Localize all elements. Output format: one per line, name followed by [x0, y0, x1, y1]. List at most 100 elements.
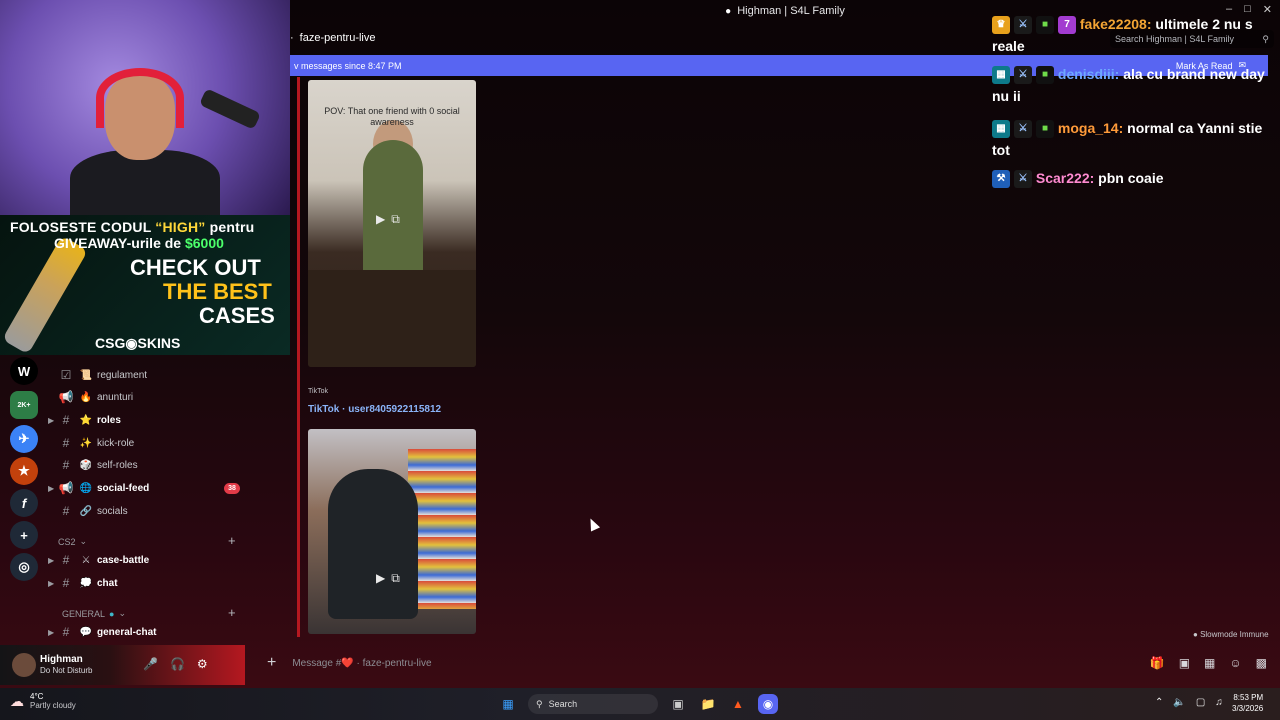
video-store-shelves: [408, 449, 476, 609]
chat-badges: ▦ ⚔ ■: [992, 120, 1054, 139]
channel-chat[interactable]: ▶ # 💭 chat: [48, 574, 248, 592]
open-external-icon[interactable]: ⧉: [391, 571, 400, 587]
composer-tools: 🎁 ▣ ▦ ☺ ▩: [1150, 656, 1267, 670]
server-label: ★: [18, 463, 30, 478]
video-play-controls[interactable]: ▶ ⧉: [376, 212, 410, 228]
chat-badges: ♛ ⚔ ■ 7: [992, 16, 1076, 35]
channel-general-chat[interactable]: ▶ # 💬 general-chat: [48, 623, 248, 641]
chat-message: ▦ ⚔ ■ denisdiii: ala cu brand new day nu…: [992, 63, 1272, 107]
video-embed-1[interactable]: POV: That one friend with 0 social aware…: [308, 80, 476, 367]
channel-socials[interactable]: # 🔗 socials: [48, 502, 248, 520]
chevron-up-icon[interactable]: ⌃: [1155, 697, 1163, 708]
emoji-icon[interactable]: ☺: [1229, 656, 1241, 670]
speaker-icon[interactable]: ♫: [1215, 697, 1223, 708]
video-embed-2[interactable]: ▶ ⧉: [308, 429, 476, 634]
file-explorer-icon[interactable]: 📁: [698, 694, 718, 714]
channel-regulament[interactable]: ☑ 📜 regulament: [48, 366, 248, 384]
windows-start-icon[interactable]: ▦: [498, 694, 518, 714]
channel-name: socials: [97, 505, 128, 517]
sub-badge-icon: ▦: [992, 120, 1010, 139]
add-channel-icon[interactable]: +: [228, 533, 236, 548]
add-channel-icon[interactable]: +: [228, 605, 236, 620]
message-composer[interactable]: + Message #❤️ · faze-pentru-live 🎁 ▣ ▦ ☺…: [255, 650, 1275, 676]
embed-title-link[interactable]: TikTok · user8405922115812: [308, 404, 441, 415]
add-server-icon[interactable]: +: [10, 521, 38, 549]
weather-widget[interactable]: ☁ 4°C Partly cloudy: [10, 692, 76, 710]
chat-badges: ⚒ ⚔: [992, 170, 1032, 189]
channel-anunturi[interactable]: 📢 🔥 anunturi: [48, 388, 248, 406]
apps-icon[interactable]: ▩: [1256, 656, 1267, 670]
chevron-down-icon: ⌄: [79, 536, 88, 546]
weather-desc: Partly cloudy: [30, 701, 76, 710]
server-icon-orange[interactable]: ★: [10, 457, 38, 485]
window-title: Highman | S4L Family: [737, 5, 845, 17]
dice-icon: 🎲: [79, 459, 93, 471]
chat-username: denisdiii:: [1057, 66, 1120, 82]
video-person: [328, 469, 418, 619]
chat-username: Scar222:: [1035, 170, 1095, 186]
channel-roles[interactable]: ▶ # ⭐ roles: [48, 411, 248, 429]
channel-self-roles[interactable]: # 🎲 self-roles: [48, 456, 248, 474]
clock-date: 3/3/2026: [1232, 704, 1264, 713]
server-logo-icon: ●: [725, 5, 732, 17]
taskbar-clock[interactable]: 8:53 PM 3/3/2026: [1232, 692, 1263, 714]
stream-chat-overlay: ♛ ⚔ ■ 7 fake22208: ultimele 2 nu s reale…: [990, 0, 1280, 200]
sticker-icon[interactable]: ▦: [1204, 656, 1215, 670]
channel-list: ☑ 📜 regulament 📢 🔥 anunturi ▶ # ⭐ roles …: [48, 345, 290, 645]
channel-kick-role[interactable]: # ✨ kick-role: [48, 434, 248, 452]
avatar[interactable]: [12, 653, 36, 677]
video-person: [363, 140, 423, 280]
text-channel-icon: #: [62, 413, 70, 427]
text-channel-icon: #: [62, 504, 70, 518]
taskbar-search[interactable]: ⚲ Search: [528, 694, 658, 714]
channel-case-battle[interactable]: ▶ # ⚔ case-battle: [48, 551, 248, 569]
chat-message: ▦ ⚔ ■ moga_14: normal ca Yanni stie tot: [992, 117, 1272, 161]
channel-social-feed[interactable]: ▶ 📢 🌐 social-feed 38: [48, 479, 248, 497]
gear-icon[interactable]: ⚙: [197, 657, 208, 671]
user-controls: 🎤 🎧 ⚙: [143, 657, 208, 671]
announcement-channel-icon: 📢: [58, 390, 74, 404]
username[interactable]: Highman: [40, 654, 83, 665]
server-icon-f[interactable]: f: [10, 489, 38, 517]
server-icon-w[interactable]: W: [10, 357, 38, 385]
server-icon-blue[interactable]: ✈: [10, 425, 38, 453]
play-icon[interactable]: ▶: [376, 571, 385, 587]
mention-highlight-bar: [297, 77, 300, 637]
brave-browser-icon[interactable]: ▲: [728, 694, 748, 714]
category-name: GENERAL: [62, 608, 106, 619]
chat-message: ⚒ ⚔ Scar222: pbn coaie: [992, 167, 1272, 189]
category-cs2[interactable]: CS2 ⌄: [58, 536, 87, 547]
category-general[interactable]: GENERAL ● ⌄: [62, 608, 126, 619]
globe-badge-icon: ●: [109, 608, 115, 619]
chat-username: fake22208:: [1079, 16, 1152, 32]
gif-icon[interactable]: ▣: [1179, 656, 1190, 670]
channel-name: self-roles: [97, 459, 138, 471]
monitor-icon[interactable]: ▢: [1196, 697, 1205, 708]
task-view-icon[interactable]: ▣: [668, 694, 688, 714]
fire-icon: 🔥: [79, 391, 93, 403]
microphone-icon[interactable]: 🎤: [143, 657, 158, 671]
play-icon[interactable]: ▶: [376, 212, 385, 228]
unread-arrow-icon: ▶: [48, 555, 55, 565]
volume-icon[interactable]: 🔈: [1173, 697, 1185, 708]
embed-provider: TikTok: [308, 388, 328, 395]
unread-arrow-icon: ▶: [48, 578, 55, 588]
video-play-controls[interactable]: ▶ ⧉: [376, 571, 410, 587]
server-label: W: [17, 363, 31, 379]
server-icon-folder[interactable]: 2K+: [10, 391, 38, 419]
server-label: ◎: [18, 559, 30, 574]
user-panel: Highman Do Not Disturb 🎤 🎧 ⚙: [0, 645, 245, 685]
unread-arrow-icon: ▶: [48, 415, 55, 425]
attach-plus-icon[interactable]: +: [267, 654, 276, 672]
discord-app-icon[interactable]: ◉: [758, 694, 778, 714]
message-input[interactable]: Message #❤️ · faze-pentru-live: [292, 658, 431, 669]
gift-icon[interactable]: 🎁: [1150, 656, 1165, 670]
open-external-icon[interactable]: ⧉: [391, 212, 400, 228]
text-channel-icon: #: [62, 436, 70, 450]
discover-icon[interactable]: ◎: [10, 553, 38, 581]
slowmode-indicator: ● Slowmode Immune: [1193, 630, 1269, 639]
message-list: POV: That one friend with 0 social aware…: [297, 77, 497, 637]
promo-amount: $6000: [184, 235, 224, 251]
headphones-icon[interactable]: 🎧: [170, 657, 185, 671]
text-channel-icon: #: [62, 625, 70, 639]
